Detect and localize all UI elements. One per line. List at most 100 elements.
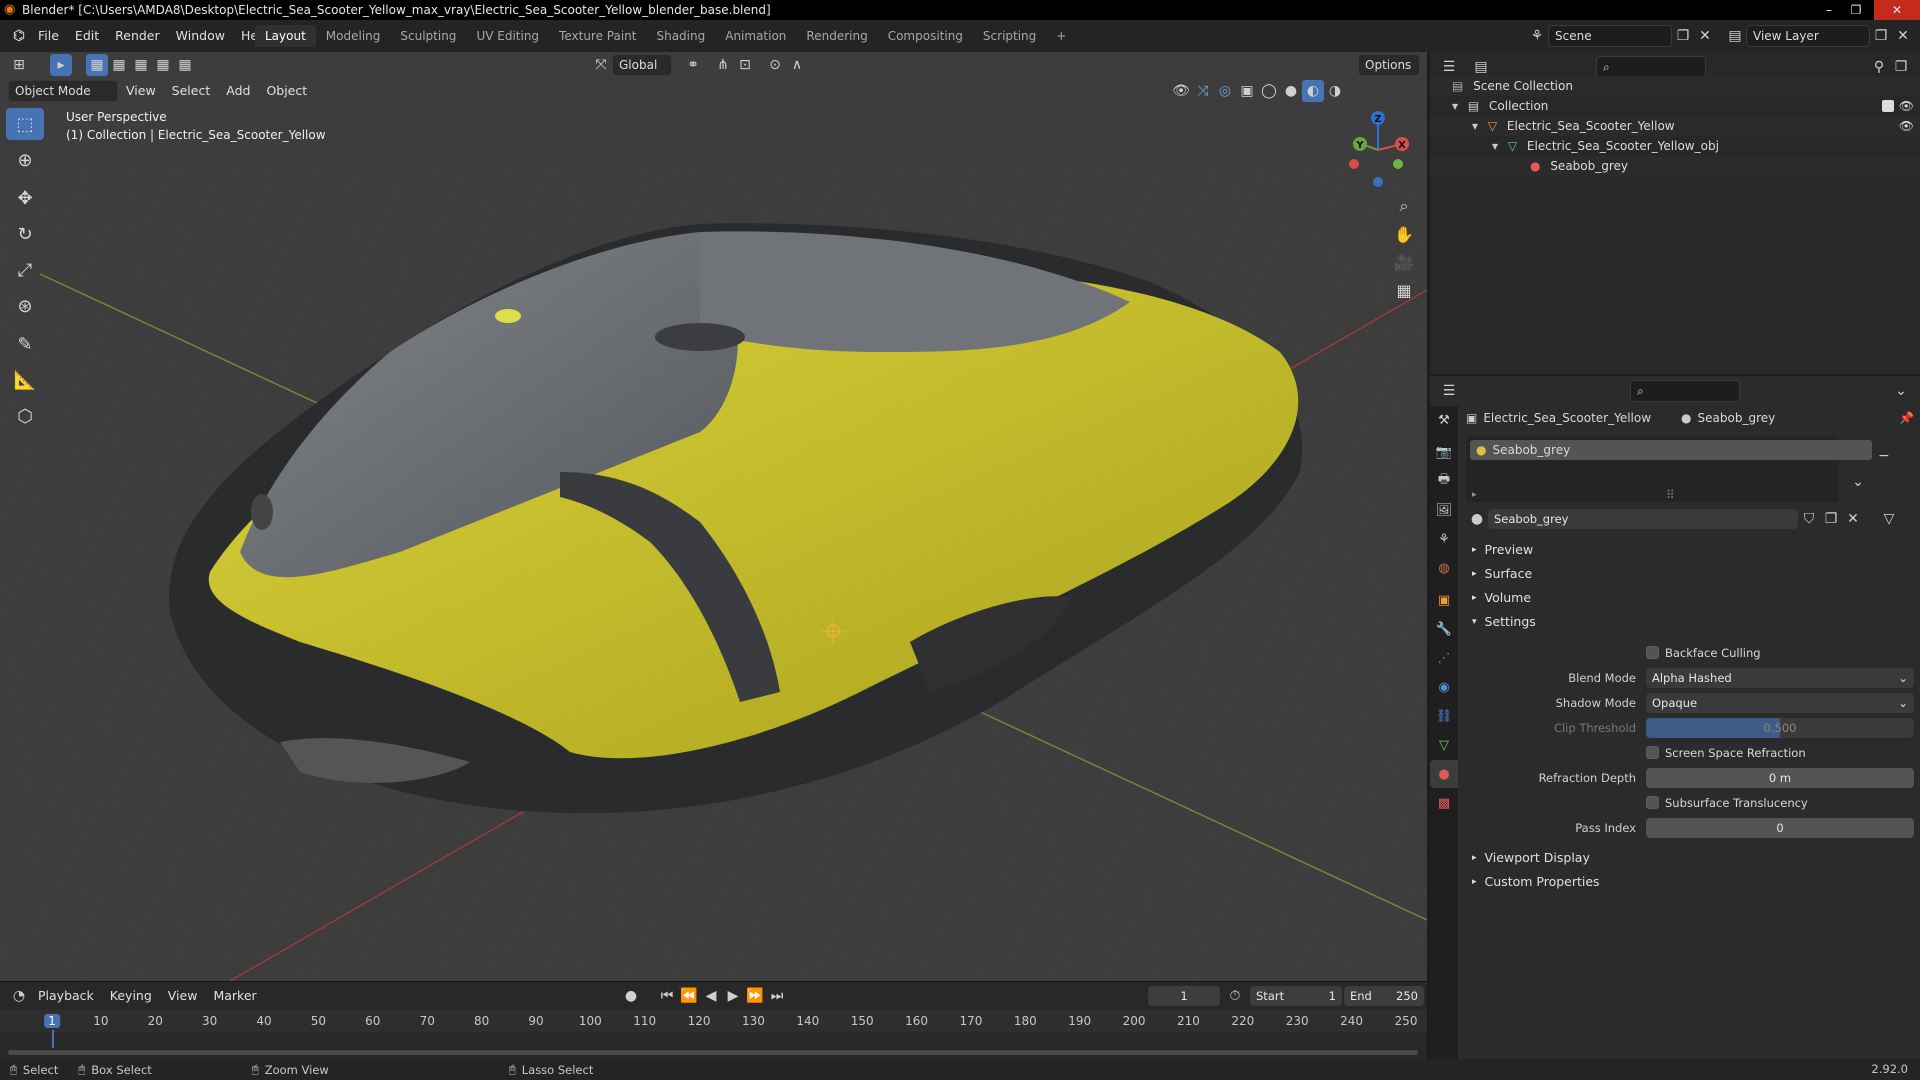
tab-world-icon[interactable]: ◍	[1430, 554, 1458, 582]
tab-output-icon[interactable]: 🖶	[1430, 467, 1458, 495]
scene-icon[interactable]: ⚘	[1526, 25, 1548, 47]
annotate-tool-icon[interactable]: ✎	[6, 328, 44, 360]
material-name-field[interactable]: Seabob_grey	[1488, 509, 1798, 529]
pass-index-field[interactable]: 0	[1646, 817, 1914, 838]
properties-options-icon[interactable]: ⌄	[1890, 380, 1912, 402]
start-frame-field[interactable]: Start 1	[1250, 986, 1342, 1006]
outliner-row-collection[interactable]: ▾ ▤ Collection 👁	[1430, 96, 1920, 116]
menu-view[interactable]: View	[118, 80, 164, 102]
snap-icon[interactable]: ⋔	[712, 54, 734, 76]
menu-marker[interactable]: Marker	[205, 985, 264, 1007]
select-mode-intersect-icon[interactable]: ▦	[174, 54, 196, 76]
subsurface-translucency-checkbox[interactable]	[1646, 796, 1659, 809]
editor-type-icon[interactable]: ⊞	[8, 54, 30, 76]
gizmo-toggle-icon[interactable]: ⤨	[1192, 80, 1214, 102]
measure-tool-icon[interactable]: 📐	[6, 364, 44, 396]
play-icon[interactable]: ▶	[722, 985, 744, 1007]
menu-timeline-view[interactable]: View	[160, 985, 206, 1007]
expand-arrow-icon[interactable]: ▾	[1472, 119, 1478, 133]
slot-specials-icon[interactable]: ⌄	[1847, 471, 1869, 493]
tab-texture-paint[interactable]: Texture Paint	[549, 25, 646, 47]
mode-dropdown[interactable]: Object Mode	[8, 80, 118, 102]
menu-object[interactable]: Object	[258, 80, 315, 102]
panel-surface[interactable]: ▸ Surface	[1466, 562, 1914, 586]
gizmo-neg-x-icon[interactable]	[1349, 159, 1359, 169]
new-collection-icon[interactable]: ❐	[1890, 56, 1912, 78]
tab-data-icon[interactable]: ▽	[1430, 731, 1458, 759]
menu-select[interactable]: Select	[164, 80, 219, 102]
tab-uv-editing[interactable]: UV Editing	[466, 25, 549, 47]
tab-texture-icon[interactable]: ▩	[1430, 789, 1458, 817]
minimize-button[interactable]: –	[1816, 0, 1842, 20]
list-resize-handle[interactable]: ⠿	[1666, 488, 1675, 502]
expand-arrow-icon[interactable]: ▾	[1492, 139, 1498, 153]
record-icon[interactable]: ●	[620, 985, 642, 1007]
shadow-mode-dropdown[interactable]: Opaque ⌄	[1646, 692, 1914, 713]
tab-material-icon[interactable]: ●	[1430, 760, 1458, 788]
scale-tool-icon[interactable]: ⤢	[6, 254, 44, 286]
overlay-toggle-icon[interactable]: ◎	[1214, 80, 1236, 102]
tab-render-icon[interactable]: 📷	[1430, 438, 1458, 466]
timeline-scrollbar[interactable]	[8, 1050, 1418, 1055]
panel-custom-properties[interactable]: ▸ Custom Properties	[1466, 870, 1914, 894]
tab-modeling[interactable]: Modeling	[316, 25, 391, 47]
shading-material-icon[interactable]: ◐	[1302, 80, 1324, 102]
tab-shading[interactable]: Shading	[646, 25, 715, 47]
tab-object-icon[interactable]: ▣	[1430, 586, 1458, 614]
menu-window[interactable]: Window	[168, 25, 233, 47]
shading-solid-icon[interactable]: ●	[1280, 80, 1302, 102]
list-expand-icon[interactable]: ▸	[1472, 490, 1477, 500]
outliner-row-mesh[interactable]: ▾ ▽ Electric_Sea_Scooter_Yellow_obj	[1430, 136, 1920, 156]
panel-viewport-display[interactable]: ▸ Viewport Display	[1466, 846, 1914, 870]
select-mode-subtract-icon[interactable]: ▦	[130, 54, 152, 76]
timeline-editor-type-icon[interactable]: ◔	[8, 985, 30, 1007]
pivot-icon[interactable]: ⚭	[682, 54, 704, 76]
tab-rendering[interactable]: Rendering	[796, 25, 877, 47]
properties-editor-type-icon[interactable]: ☰	[1438, 380, 1460, 402]
jump-end-icon[interactable]: ⏭	[766, 985, 788, 1007]
3d-viewport[interactable]: ⊞ ▸ ▦ ▦ ▦ ▦ ▦ ⤧ Global ⚭ ⋔ ⊡ ⊙ ∧ Options…	[0, 52, 1427, 981]
cursor-tool-icon[interactable]: ⊕	[6, 144, 44, 176]
camera-icon[interactable]: 🎥	[1390, 248, 1418, 276]
current-frame-field[interactable]: 1	[1148, 986, 1220, 1006]
proportional-edit-icon[interactable]: ⊙	[764, 54, 786, 76]
unlink-material-icon[interactable]: ✕	[1842, 508, 1864, 530]
new-view-layer-icon[interactable]: ❐	[1870, 25, 1892, 47]
xray-toggle-icon[interactable]: ▣	[1236, 80, 1258, 102]
menu-edit[interactable]: Edit	[67, 25, 107, 47]
close-button[interactable]: ✕	[1874, 0, 1920, 20]
display-mode-icon[interactable]: ▤	[1470, 56, 1492, 78]
select-mode-extend-icon[interactable]: ▦	[108, 54, 130, 76]
delete-view-layer-icon[interactable]: ✕	[1892, 25, 1914, 47]
panel-volume[interactable]: ▸ Volume	[1466, 586, 1914, 610]
material-slot-list[interactable]: ● Seabob_grey ▸ ⠿	[1466, 436, 1872, 502]
frame-ruler[interactable]: 1 10 20 30 40 50 60 70 80 90 100 110 120 130 140 150 160…	[0, 1010, 1427, 1048]
refraction-depth-field[interactable]: 0 m	[1646, 767, 1914, 788]
gizmo-neg-z-icon[interactable]	[1373, 177, 1383, 187]
navigation-gizmo[interactable]: Z X Y	[1340, 108, 1420, 188]
visibility-eye-icon[interactable]: 👁	[1899, 96, 1914, 116]
play-reverse-icon[interactable]: ◀	[700, 985, 722, 1007]
transform-orientation-dropdown[interactable]: Global	[612, 54, 672, 76]
clip-threshold-slider[interactable]: 0.500	[1646, 717, 1914, 738]
tab-animation[interactable]: Animation	[715, 25, 796, 47]
delete-scene-icon[interactable]: ✕	[1694, 25, 1716, 47]
tab-physics-icon[interactable]: ◉	[1430, 673, 1458, 701]
tab-scene-icon[interactable]: ⚘	[1430, 525, 1458, 553]
blender-menu-icon[interactable]: ⌬	[8, 25, 30, 47]
tab-tool-icon[interactable]: ⚒	[1430, 406, 1458, 434]
expand-arrow-icon[interactable]: ▾	[1452, 99, 1458, 113]
pan-hand-icon[interactable]: ✋	[1390, 220, 1418, 248]
select-mode-invert-icon[interactable]: ▦	[152, 54, 174, 76]
end-frame-field[interactable]: End 250	[1344, 986, 1424, 1006]
ortho-grid-icon[interactable]: ▦	[1390, 276, 1418, 304]
panel-preview[interactable]: ▸ Preview	[1466, 538, 1914, 562]
options-dropdown[interactable]: Options	[1358, 54, 1420, 76]
browse-material-icon[interactable]: ●	[1466, 508, 1488, 530]
outliner-row-object[interactable]: ▾ ▽ Electric_Sea_Scooter_Yellow 👁	[1430, 116, 1920, 136]
transform-tool-icon[interactable]: ⊛	[6, 290, 44, 322]
add-cube-tool-icon[interactable]: ⬡	[6, 400, 44, 432]
playhead-line[interactable]	[52, 1030, 54, 1048]
outliner-row-material[interactable]: ● Seabob_grey	[1430, 156, 1920, 176]
menu-keying[interactable]: Keying	[102, 985, 160, 1007]
